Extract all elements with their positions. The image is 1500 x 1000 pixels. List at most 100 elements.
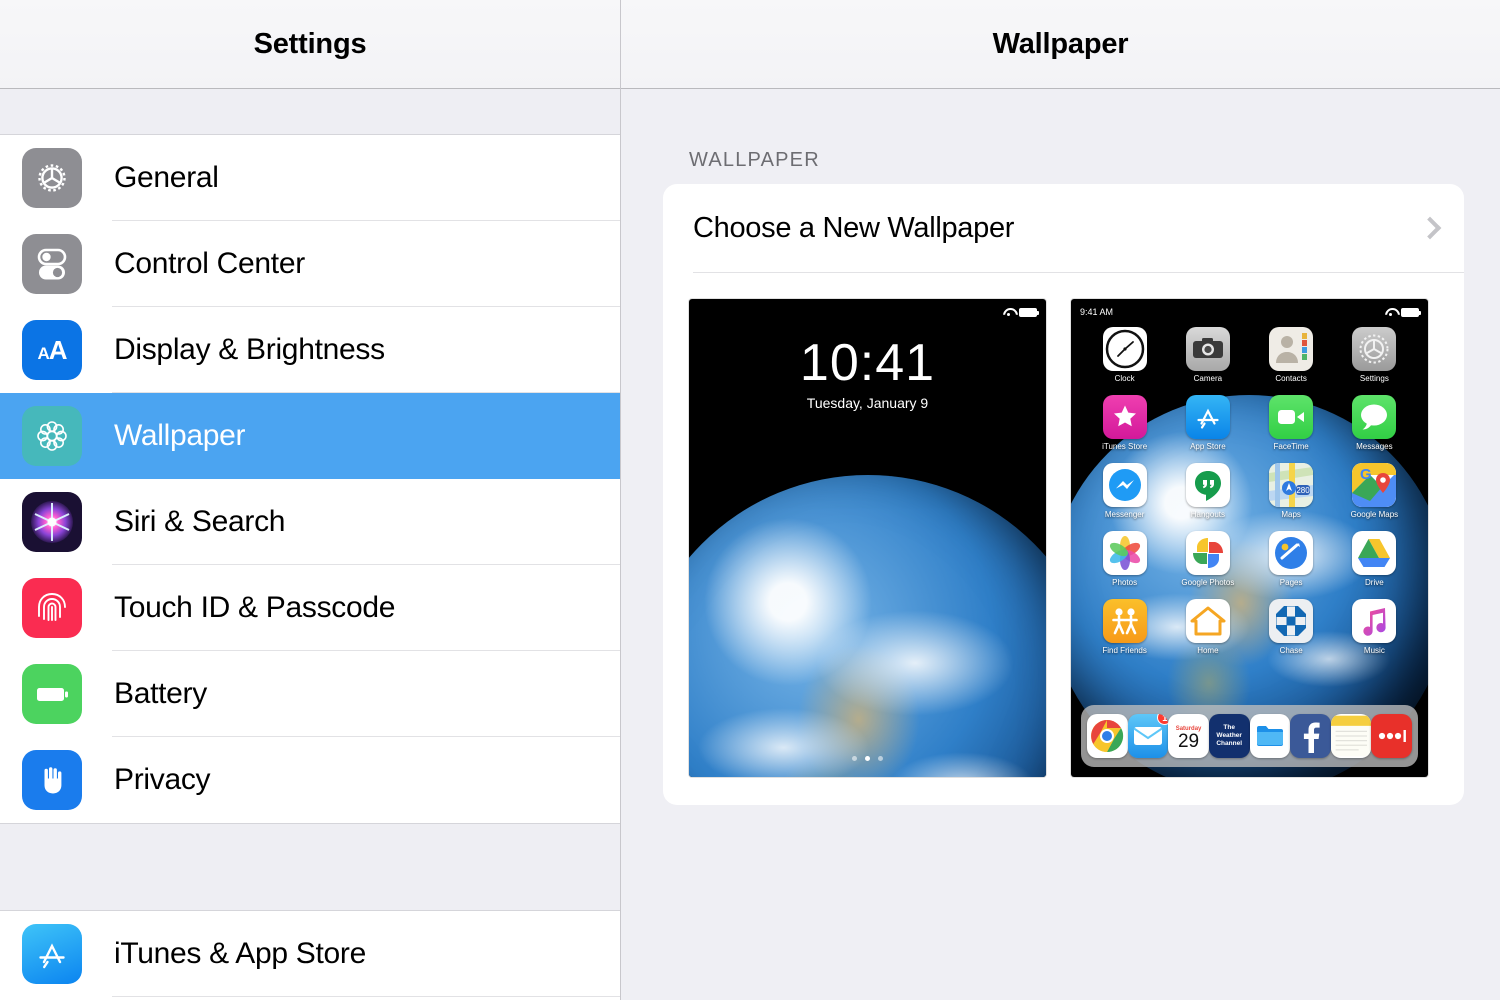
sidebar-item-itunes-app-store[interactable]: iTunes & App Store <box>0 911 620 997</box>
home-status-bar: 9:41 AM <box>1071 304 1428 320</box>
calendar-icon[interactable]: Saturday 29 <box>1168 714 1209 758</box>
files-folder-icon[interactable] <box>1249 714 1291 758</box>
pages-pen-icon <box>1269 531 1314 575</box>
weather-label: The Weather Channel <box>1216 723 1243 748</box>
app-cell[interactable]: Messenger <box>1083 463 1166 519</box>
sidebar-item-label: Battery <box>114 677 207 710</box>
mail-icon[interactable]: 1 <box>1127 714 1169 758</box>
app-cell[interactable]: Drive <box>1333 531 1416 587</box>
sidebar-item-wallpaper[interactable]: Wallpaper <box>0 393 620 479</box>
settings-sidebar: Settings General Control Center AA Displ… <box>0 0 621 1000</box>
sidebar-item-control-center[interactable]: Control Center <box>0 221 620 307</box>
app-cell[interactable]: Settings <box>1333 327 1416 383</box>
calendar-day-number: 29 <box>1177 730 1200 752</box>
app-cell[interactable]: G Google Maps <box>1333 463 1416 519</box>
itunes-star-icon <box>1102 395 1147 439</box>
app-label: Home <box>1197 646 1219 655</box>
app-label: Messages <box>1356 442 1393 451</box>
app-cell[interactable]: Find Friends <box>1083 599 1166 655</box>
app-label: Google Maps <box>1350 510 1399 519</box>
home-screen-preview[interactable]: 9:41 AM Clock Camera Contacts Settings i… <box>1071 299 1428 777</box>
app-cell[interactable]: Clock <box>1083 327 1166 383</box>
sidebar-group-spacer <box>0 823 620 911</box>
notes-icon[interactable] <box>1330 714 1372 758</box>
app-cell[interactable]: Pages <box>1250 531 1333 587</box>
app-cell[interactable]: Contacts <box>1250 327 1333 383</box>
earth-wallpaper-image <box>689 475 1046 777</box>
app-cell[interactable]: Photos <box>1083 531 1166 587</box>
lock-screen-date: Tuesday, January 9 <box>806 395 929 411</box>
messenger-bolt-icon <box>1102 463 1147 507</box>
detail-title: Wallpaper <box>992 27 1129 60</box>
app-cell[interactable]: Camera <box>1166 327 1249 383</box>
app-label: Settings <box>1359 374 1389 383</box>
apple-maps-icon: 280 <box>1269 463 1314 507</box>
sidebar-item-siri-search[interactable]: Siri & Search <box>0 479 620 565</box>
app-cell[interactable]: Messages <box>1333 395 1416 451</box>
app-cell[interactable]: Home <box>1166 599 1249 655</box>
battery-icon <box>1401 307 1421 317</box>
app-cell[interactable]: Chase <box>1250 599 1333 655</box>
chrome-icon[interactable] <box>1087 714 1128 758</box>
app-cell[interactable]: Google Photos <box>1166 531 1249 587</box>
sidebar-nav-bar: Settings <box>0 0 620 89</box>
sidebar-item-touch-id-passcode[interactable]: Touch ID & Passcode <box>0 565 620 651</box>
app-cell[interactable]: 280 Maps <box>1250 463 1333 519</box>
app-label: Camera <box>1193 374 1223 383</box>
app-label: Contacts <box>1275 374 1307 383</box>
sidebar-item-privacy[interactable]: Privacy <box>0 737 620 823</box>
app-label: Pages <box>1279 578 1303 587</box>
app-label: App Store <box>1190 442 1226 451</box>
weather-icon[interactable]: The Weather Channel <box>1208 714 1250 758</box>
gear-icon <box>22 148 82 208</box>
app-label: Find Friends <box>1102 646 1147 655</box>
sidebar-item-display-brightness[interactable]: AA Display & Brightness <box>0 307 620 393</box>
aa-glyph: AA <box>37 334 67 365</box>
page-dot <box>865 756 870 761</box>
camera-icon <box>1185 327 1230 371</box>
sidebar-item-label: Touch ID & Passcode <box>114 591 396 624</box>
app-cell[interactable]: iTunes Store <box>1083 395 1166 451</box>
app-label: iTunes Store <box>1102 442 1148 451</box>
app-cell[interactable]: FaceTime <box>1250 395 1333 451</box>
facetime-camera-icon <box>1269 395 1314 439</box>
app-cell[interactable]: App Store <box>1166 395 1249 451</box>
sidebar-item-label: General <box>114 161 219 194</box>
lock-screen-preview[interactable]: 10:41 Tuesday, January 9 <box>689 299 1046 777</box>
app-label: Hangouts <box>1190 510 1225 519</box>
sidebar-top-spacer <box>0 89 620 135</box>
app-cell[interactable]: Hangouts <box>1166 463 1249 519</box>
sidebar-item-label: Control Center <box>114 247 305 280</box>
music-note-icon <box>1352 599 1397 643</box>
choose-new-wallpaper-row[interactable]: Choose a New Wallpaper <box>663 184 1464 272</box>
wifi-icon <box>1003 308 1014 316</box>
sidebar-item-battery[interactable]: Battery <box>0 651 620 737</box>
hangouts-quote-icon <box>1185 463 1230 507</box>
chase-octagon-icon <box>1269 599 1314 643</box>
clock-icon <box>1102 327 1147 371</box>
app-label: Drive <box>1365 578 1384 587</box>
messages-bubble-icon <box>1352 395 1397 439</box>
settings-gear-icon <box>1352 327 1397 371</box>
section-header-wallpaper: WALLPAPER <box>689 149 820 171</box>
google-photos-icon <box>1185 531 1230 575</box>
app-label: Chase <box>1279 646 1303 655</box>
red-dots-icon[interactable] <box>1371 714 1412 758</box>
facebook-icon[interactable] <box>1290 714 1331 758</box>
app-store-icon <box>1185 395 1230 439</box>
sidebar-item-label: Wallpaper <box>114 419 246 452</box>
lock-screen-time: 10:41 <box>799 334 936 392</box>
svg-text:280: 280 <box>1296 486 1310 495</box>
home-house-icon <box>1185 599 1230 643</box>
sidebar-item-general[interactable]: General <box>0 135 620 221</box>
page-dot <box>852 756 857 761</box>
sidebar-item-label: iTunes & App Store <box>114 937 366 970</box>
choose-new-wallpaper-label: Choose a New Wallpaper <box>693 211 1015 244</box>
page-indicator-dots <box>689 756 1046 761</box>
google-maps-pin-icon: G <box>1352 463 1397 507</box>
app-cell[interactable]: Music <box>1333 599 1416 655</box>
app-label: Maps <box>1281 510 1301 519</box>
toggles-icon <box>22 234 82 294</box>
home-dock: 1 Saturday 29 The Weather Channel <box>1081 705 1418 767</box>
sidebar-item-label: Privacy <box>114 763 211 796</box>
